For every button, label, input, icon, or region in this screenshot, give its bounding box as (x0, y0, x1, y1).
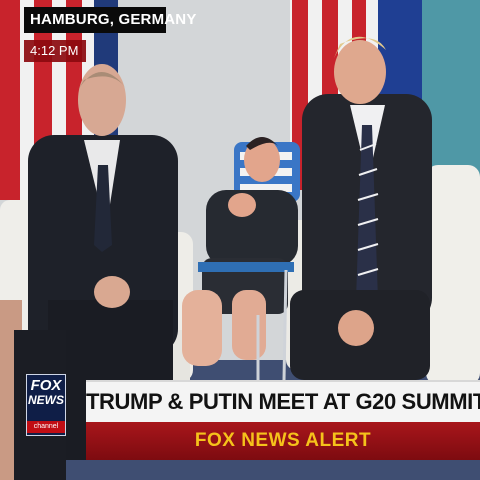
news-broadcast-frame: HAMBURG, GERMANY 4:12 PM FOX NEWS channe… (0, 0, 480, 480)
location-banner: HAMBURG, GERMANY (24, 7, 196, 33)
logo-fox-text: FOX (30, 377, 62, 394)
logo-news-text: NEWS (28, 393, 64, 407)
location-label: HAMBURG, GERMANY (30, 11, 197, 28)
headline-text: TRUMP & PUTIN MEET AT G20 SUMMIT (86, 389, 480, 414)
headline-banner: TRUMP & PUTIN MEET AT G20 SUMMIT (86, 380, 480, 422)
fox-news-logo: FOX NEWS channel (26, 374, 66, 436)
time-banner: 4:12 PM (24, 40, 86, 62)
alert-banner: FOX NEWS ALERT (86, 422, 480, 460)
alert-text: FOX NEWS ALERT (194, 430, 372, 451)
time-label: 4:12 PM (30, 43, 79, 58)
logo-channel-text: channel (27, 421, 65, 433)
